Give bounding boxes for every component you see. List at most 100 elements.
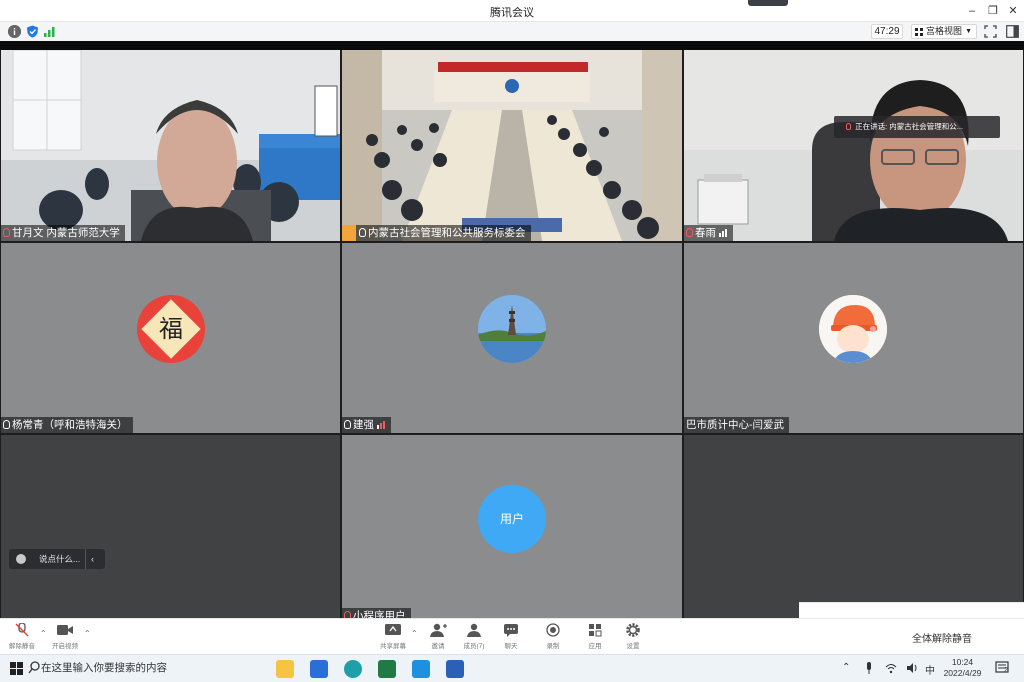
video-tile[interactable]: 甘月文 内蒙古师范大学 bbox=[1, 50, 340, 241]
title-bar: 腾讯会议 – ❐ ✕ bbox=[0, 0, 1024, 22]
participants-button[interactable]: 成员(7) bbox=[454, 623, 494, 650]
control-label: 聊天 bbox=[504, 643, 518, 650]
empty-tile bbox=[684, 435, 1023, 618]
participant-name-bar: 甘月文 内蒙古师范大学 bbox=[1, 225, 125, 241]
chevron-up-icon[interactable]: ⌃ bbox=[84, 629, 91, 638]
participant-name: 内蒙古社会管理和公共服务标委会 bbox=[368, 227, 526, 239]
participant-name-bar: 建强 bbox=[342, 417, 391, 433]
close-icon[interactable]: ✕ bbox=[1003, 2, 1023, 20]
participants-icon bbox=[467, 623, 481, 637]
participant-name: 春雨 bbox=[695, 227, 716, 239]
edge-browser-icon[interactable] bbox=[344, 660, 362, 678]
video-tile[interactable]: 用户 小程序用户 bbox=[342, 435, 682, 618]
unmute-button[interactable]: 解除静音 bbox=[2, 623, 42, 650]
system-clock[interactable]: 10:24 2022/4/29 bbox=[940, 657, 985, 679]
network-signal-icon[interactable] bbox=[43, 25, 56, 38]
video-tile[interactable]: 巴市质计中心-闫爱武 bbox=[684, 243, 1023, 433]
gear-icon bbox=[626, 623, 640, 637]
host-icon bbox=[342, 225, 356, 241]
file-explorer-icon[interactable] bbox=[276, 660, 294, 678]
chevron-up-icon[interactable]: ⌃ bbox=[842, 662, 850, 673]
record-icon bbox=[546, 623, 560, 637]
mail-icon[interactable] bbox=[310, 660, 328, 678]
chevron-down-icon: ▼ bbox=[965, 28, 972, 35]
tencent-meeting-app-icon[interactable] bbox=[412, 660, 430, 678]
participant-video bbox=[684, 50, 1023, 241]
tencent-meeting-window: 腾讯会议 – ❐ ✕ 47:29 宫格视图 ▼ 甘月文 内蒙古师范大学 内蒙古社… bbox=[0, 0, 1024, 682]
minimize-icon[interactable]: – bbox=[962, 2, 982, 20]
apps-button[interactable]: 应用 bbox=[575, 623, 615, 650]
top-divider bbox=[0, 41, 1024, 50]
control-label: 录制 bbox=[546, 643, 560, 650]
speaking-indicator: 正在讲话: 内蒙古社会管理和公... bbox=[834, 116, 1000, 138]
word-icon[interactable] bbox=[446, 660, 464, 678]
invite-button[interactable]: 邀请 bbox=[418, 623, 458, 650]
wifi-icon[interactable] bbox=[885, 662, 897, 677]
chat-placeholder: 说点什么... bbox=[39, 554, 81, 564]
info-icon[interactable] bbox=[8, 25, 21, 38]
chat-icon bbox=[504, 624, 518, 637]
microphone-icon[interactable] bbox=[865, 662, 873, 677]
chevron-left-icon[interactable]: ‹ bbox=[91, 549, 94, 569]
view-mode-dropdown[interactable]: 宫格视图 ▼ bbox=[911, 24, 977, 39]
avatar bbox=[478, 295, 546, 363]
notification-icon[interactable]: 2 bbox=[995, 661, 1011, 680]
mic-icon bbox=[3, 420, 10, 429]
clock-time: 10:24 bbox=[951, 657, 974, 667]
divider bbox=[85, 549, 86, 569]
ime-indicator[interactable]: 中 bbox=[925, 662, 935, 677]
chat-button[interactable]: 聊天 bbox=[491, 623, 531, 650]
participant-name: 小程序用户 bbox=[353, 610, 406, 618]
excel-icon[interactable] bbox=[378, 660, 396, 678]
mic-muted-icon bbox=[3, 228, 10, 237]
chevron-up-icon[interactable]: ⌃ bbox=[411, 629, 418, 638]
participant-name: 杨常青（呼和浩特海关） bbox=[12, 419, 128, 431]
start-video-button[interactable]: 开启视频 bbox=[45, 623, 85, 650]
clock-date: 2022/4/29 bbox=[943, 668, 982, 678]
share-screen-icon bbox=[385, 624, 401, 635]
window-title: 腾讯会议 bbox=[490, 7, 534, 19]
control-label: 邀请 bbox=[431, 643, 445, 650]
emoji-icon[interactable] bbox=[16, 554, 26, 564]
fu-character: 福 bbox=[159, 315, 183, 343]
meeting-timer: 47:29 bbox=[871, 24, 903, 39]
participant-name: 巴市质计中心-闫爱武 bbox=[686, 419, 784, 431]
participant-name-bar: 内蒙古社会管理和公共服务标委会 bbox=[342, 225, 531, 241]
windows-start-icon[interactable] bbox=[10, 662, 23, 680]
add-user-icon bbox=[430, 623, 447, 637]
signal-bars-icon bbox=[719, 226, 728, 241]
participant-name-bar: 小程序用户 bbox=[342, 608, 411, 618]
record-button[interactable]: 录制 bbox=[533, 623, 573, 650]
control-label: 成员(7) bbox=[463, 643, 485, 650]
participant-name: 建强 bbox=[353, 419, 374, 431]
avatar bbox=[819, 295, 887, 363]
mic-icon bbox=[686, 228, 693, 237]
search-icon[interactable] bbox=[28, 661, 40, 679]
speaking-prefix: 正在讲话: bbox=[855, 122, 888, 131]
volume-icon[interactable] bbox=[906, 662, 918, 677]
meeting-controls: 解除静音 ⌃ 开启视频 ⌃ 共享屏幕 ⌃ 邀请 成员(7) 聊天 录制 应用 设… bbox=[0, 618, 1024, 654]
apps-icon bbox=[589, 624, 602, 637]
share-screen-button[interactable]: 共享屏幕 bbox=[373, 623, 413, 650]
taskbar-search-input[interactable]: 在这里输入你要搜索的内容 bbox=[41, 660, 167, 675]
settings-button[interactable]: 设置 bbox=[613, 623, 653, 650]
shield-icon[interactable] bbox=[26, 25, 39, 38]
mic-icon bbox=[359, 228, 366, 237]
empty-tile bbox=[1, 435, 340, 618]
participant-name-bar: 巴市质计中心-闫爱武 bbox=[684, 417, 789, 433]
notification-count: 2 bbox=[1004, 667, 1008, 674]
participant-name-bar: 杨常青（呼和浩特海关） bbox=[1, 417, 133, 433]
chat-input[interactable]: 说点什么... ‹ bbox=[9, 549, 105, 569]
control-label: 共享屏幕 bbox=[380, 643, 406, 650]
mic-muted-icon bbox=[344, 611, 351, 618]
video-tile[interactable]: 内蒙古社会管理和公共服务标委会 bbox=[342, 50, 682, 241]
video-tile[interactable]: 福 杨常青（呼和浩特海关） bbox=[1, 243, 340, 433]
unmute-all-button[interactable]: 全体解除静音 bbox=[912, 630, 972, 645]
restore-icon[interactable]: ❐ bbox=[983, 2, 1003, 20]
mic-muted-icon bbox=[15, 623, 29, 637]
speaking-name: 内蒙古社会管理和公... bbox=[889, 122, 964, 131]
participant-name: 甘月文 内蒙古师范大学 bbox=[12, 227, 120, 239]
video-tile[interactable]: 建强 bbox=[342, 243, 682, 433]
video-tile[interactable]: 正在讲话: 内蒙古社会管理和公... 春雨 bbox=[684, 50, 1023, 241]
avatar: 用户 bbox=[478, 485, 546, 553]
